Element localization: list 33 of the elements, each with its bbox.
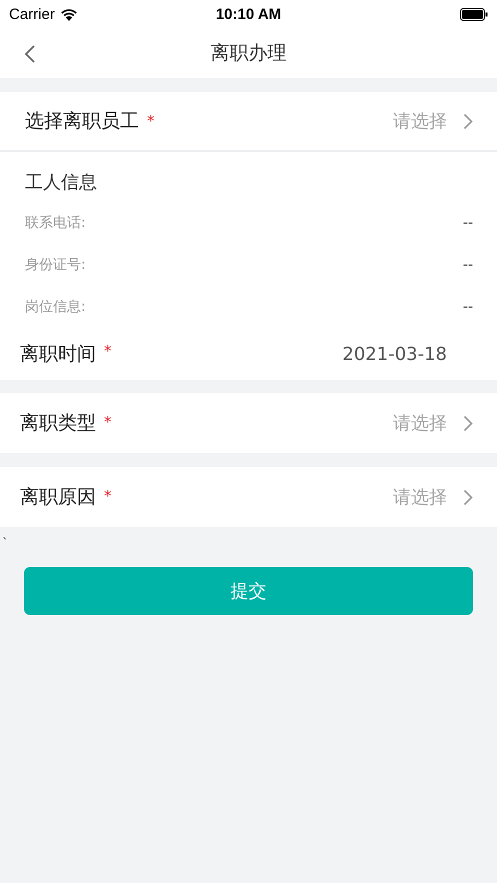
required-mark: * [147, 112, 154, 130]
field-label: 离职类型 [20, 411, 96, 436]
info-label: 身份证号: [25, 256, 86, 274]
info-label: 联系电话: [25, 214, 86, 232]
select-row[interactable]: 离职原因 * 请选择 [0, 467, 497, 527]
field-label: 选择离职员工 [25, 109, 139, 134]
info-value: -- [462, 299, 473, 315]
required-mark: * [104, 342, 112, 360]
clock-time: 10:10 AM [216, 6, 282, 22]
chevron-right-icon [463, 112, 473, 130]
chevron-right-icon [463, 414, 473, 432]
select-placeholder: 请选择 [393, 486, 447, 509]
required-mark: * [104, 487, 112, 505]
date-value: 2021-03-18 [342, 344, 447, 364]
select-placeholder: 请选择 [393, 110, 447, 133]
battery-icon [460, 8, 488, 20]
wifi-icon [60, 8, 78, 20]
stray-mark: 、 [1, 527, 15, 543]
select-row[interactable]: 离职类型 * 请选择 [0, 393, 497, 453]
field-label: 离职原因 [20, 485, 96, 510]
page-title: 离职办理 [210, 41, 286, 66]
section-title: 工人信息 [25, 171, 98, 194]
back-icon[interactable] [24, 45, 36, 63]
field-label: 离职时间 [20, 342, 96, 367]
chevron-right-icon [463, 488, 473, 506]
employee-select-row[interactable]: 选择离职员工 * 请选择 [0, 92, 497, 152]
select-placeholder: 请选择 [393, 412, 447, 435]
info-label: 岗位信息: [25, 298, 86, 316]
carrier-label: Carrier [9, 6, 55, 22]
date-row[interactable]: 离职时间 * 2021-03-18 [0, 328, 497, 380]
info-value: -- [462, 215, 473, 231]
info-value: -- [462, 257, 473, 273]
required-mark: * [104, 413, 112, 431]
